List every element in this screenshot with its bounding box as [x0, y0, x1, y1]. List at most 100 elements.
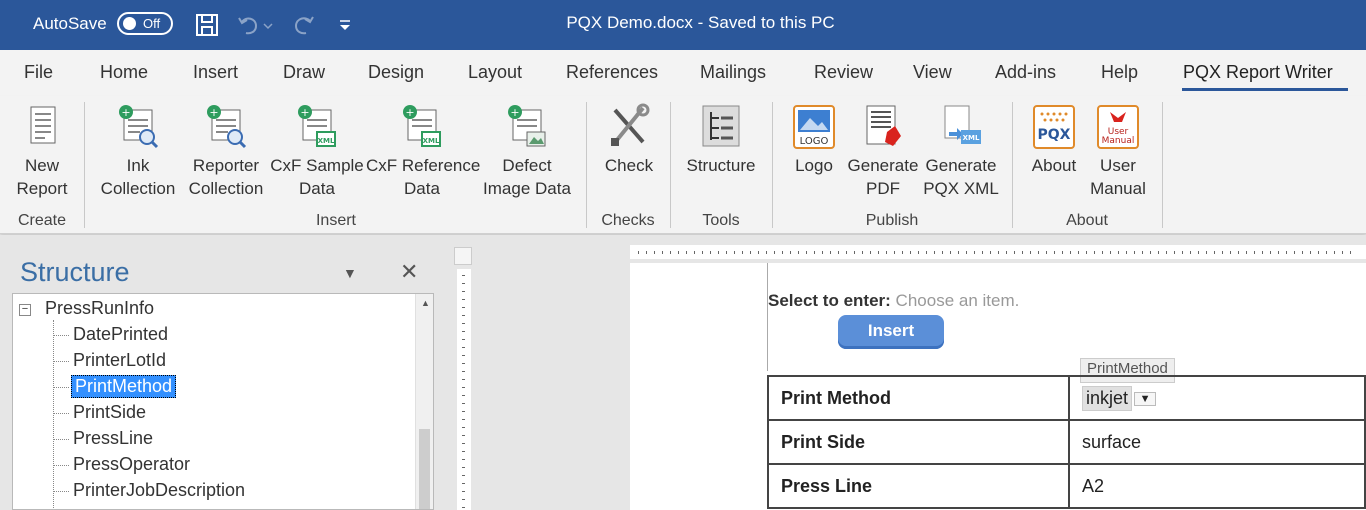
tab-references[interactable]: References [566, 62, 658, 83]
tab-add-ins[interactable]: Add-ins [995, 62, 1056, 83]
ruler-tick [462, 291, 465, 292]
tab-mailings[interactable]: Mailings [700, 62, 766, 83]
ruler-tick [462, 331, 465, 332]
tree-item[interactable]: PrintSide [73, 402, 146, 423]
document-title: PQX Demo.docx - Saved to this PC [566, 13, 835, 32]
ruler-tick [462, 371, 465, 372]
ruler-tick [462, 435, 465, 436]
scrollbar-thumb[interactable] [419, 429, 430, 509]
ruler-tick [1222, 251, 1223, 254]
document-page: Select to enter: Choose an item. Insert … [630, 263, 1366, 510]
ink-collection-icon: + [119, 105, 159, 149]
tab-draw[interactable]: Draw [283, 62, 325, 83]
ruler-tick [1078, 251, 1079, 254]
table-key: Print Method [767, 375, 1070, 421]
table-value[interactable]: surface [1067, 419, 1366, 465]
ruler-tick [782, 251, 783, 254]
ink-collection-button[interactable]: + Ink Collection [96, 102, 180, 200]
ruler-tick [462, 339, 465, 340]
tree-item-selected[interactable]: PrintMethod [71, 375, 177, 398]
tree-item[interactable]: PrinterJobDescription [73, 480, 245, 501]
ruler-tick [718, 251, 719, 254]
cxf-sample-data-button[interactable]: + XML CxF Sample Data [270, 102, 364, 200]
tab-pqx-report-writer[interactable]: PQX Report Writer [1183, 62, 1333, 83]
ruler-tick [1254, 251, 1255, 254]
select-label: Select to enter: [768, 291, 891, 310]
new-report-button[interactable]: New Report [12, 102, 72, 200]
ruler-tick [942, 251, 943, 254]
generate-pqx-xml-button[interactable]: XML Generate PQX XML [922, 102, 1000, 200]
ruler-tick [1070, 251, 1071, 254]
scroll-up-icon[interactable]: ▲ [421, 298, 430, 308]
ruler-tick [1102, 251, 1103, 254]
tab-view[interactable]: View [913, 62, 952, 83]
cxf-reference-data-button[interactable]: + XML CxF Reference Data [366, 102, 480, 200]
insert-button[interactable]: Insert [838, 315, 944, 349]
ruler-tick [670, 251, 671, 254]
svg-text:XML: XML [318, 137, 335, 145]
ruler-tick [902, 251, 903, 254]
ruler-tick [1190, 251, 1191, 254]
generate-pdf-button[interactable]: Generate PDF [846, 102, 920, 200]
tree-item[interactable]: PrinterLotId [73, 350, 166, 371]
ruler-tick [774, 251, 775, 254]
tree-item[interactable]: PressLine [73, 428, 153, 449]
check-button[interactable]: Check [598, 102, 660, 177]
ruler-tick [1350, 251, 1351, 254]
group-separator [670, 102, 671, 228]
tab-file[interactable]: File [24, 62, 53, 83]
tree-guide-line [53, 491, 69, 492]
tab-selector[interactable] [454, 247, 472, 265]
choose-item-placeholder[interactable]: Choose an item. [896, 291, 1020, 310]
tab-review[interactable]: Review [814, 62, 873, 83]
ruler-tick [742, 251, 743, 254]
structure-button[interactable]: Structure [682, 102, 760, 177]
ruler-tick [678, 251, 679, 254]
tab-layout[interactable]: Layout [468, 62, 522, 83]
ruler-tick [1142, 251, 1143, 254]
ribbon-tabs: File Home Insert Draw Design Layout Refe… [0, 50, 1366, 96]
defect-image-data-button[interactable]: + Defect Image Data [480, 102, 574, 200]
title-bar: AutoSave Off PQX Demo.docx - Saved to th… [0, 0, 1366, 50]
tab-design[interactable]: Design [368, 62, 424, 83]
tab-home[interactable]: Home [100, 62, 148, 83]
ruler-tick [1046, 251, 1047, 254]
ruler-tick [862, 251, 863, 254]
ruler-tick [638, 251, 639, 254]
collapse-icon[interactable]: − [19, 304, 31, 316]
tab-help[interactable]: Help [1101, 62, 1138, 83]
ruler-tick [758, 251, 759, 254]
ruler-tick [462, 395, 465, 396]
tree-item[interactable]: DatePrinted [73, 324, 168, 345]
ruler-tick [462, 499, 465, 500]
logo-button[interactable]: LOGO Logo [784, 102, 844, 177]
ruler-tick [958, 251, 959, 254]
ruler-tick [1006, 251, 1007, 254]
pane-options-icon[interactable]: ▼ [343, 265, 357, 281]
defect-image-data-icon: + [508, 105, 546, 147]
print-method-dropdown[interactable]: inkjet [1081, 385, 1133, 411]
document-area: Select to enter: Choose an item. Insert … [446, 235, 1366, 510]
ruler-tick [462, 379, 465, 380]
dropdown-arrow-icon[interactable]: ▼ [1134, 391, 1157, 406]
ruler-tick [1118, 251, 1119, 254]
cxf-reference-data-icon: + XML [403, 105, 441, 147]
ruler-tick [654, 251, 655, 254]
tree-scrollbar[interactable]: ▲ [415, 294, 433, 509]
ruler-tick [462, 419, 465, 420]
svg-text:+: + [209, 106, 218, 119]
ruler-tick [462, 283, 465, 284]
about-button[interactable]: PQX About [1024, 102, 1084, 177]
user-manual-button[interactable]: User Manual User Manual [1088, 102, 1148, 200]
new-report-icon [30, 106, 56, 144]
tab-insert[interactable]: Insert [193, 62, 238, 83]
close-icon[interactable]: ✕ [400, 259, 418, 285]
reporter-collection-button[interactable]: + Reporter Collection [184, 102, 268, 200]
table-value[interactable]: A2 [1067, 463, 1366, 509]
margin-guide [767, 263, 768, 371]
tree-root-item[interactable]: PressRunInfo [45, 298, 154, 319]
tree-item[interactable]: PressOperator [73, 454, 190, 475]
svg-text:+: + [121, 106, 130, 119]
pqx-logo-icon: PQX [1033, 105, 1075, 149]
tree-guide-line [53, 320, 54, 509]
